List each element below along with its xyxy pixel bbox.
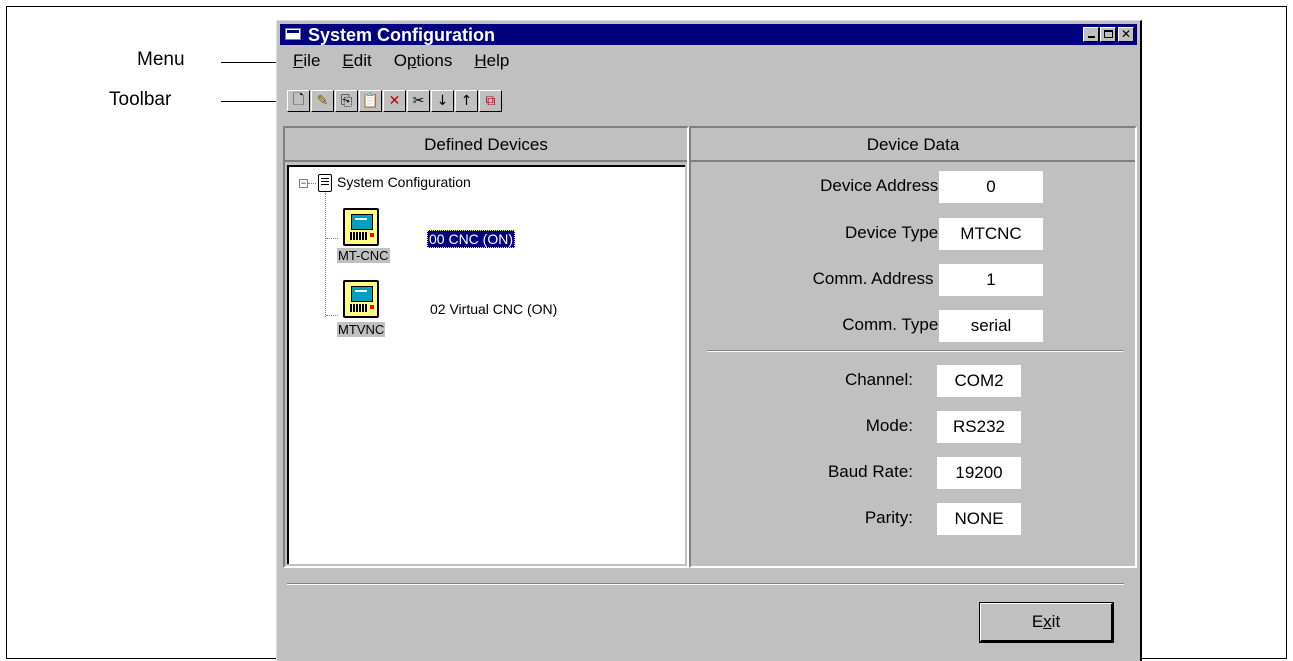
toolbar-callout-label: Toolbar — [109, 89, 172, 110]
comm-type-label: Comm. Type: — [842, 315, 943, 334]
tree-connector — [325, 193, 327, 317]
section-divider — [707, 350, 1123, 352]
new-button[interactable]: 🗋 — [287, 90, 310, 112]
baud-rate-label: Baud Rate: — [827, 462, 913, 481]
window-title: System Configuration — [308, 25, 496, 45]
menu-callout-line — [221, 62, 283, 63]
tree-connector — [308, 183, 316, 185]
network-button[interactable]: ⧉ — [479, 90, 502, 112]
menu-bar: File Edit Options Help — [293, 51, 531, 73]
copy-button[interactable]: ⎘ — [335, 90, 358, 112]
comm-address-value: 1 — [939, 264, 1043, 296]
edit-button[interactable]: ✎ — [311, 90, 334, 112]
device-address-label: Device Address: — [820, 176, 943, 195]
move-up-button[interactable]: ↑ — [455, 90, 478, 112]
close-button[interactable]: ✕ — [1118, 27, 1134, 42]
baud-rate-value: 19200 — [937, 457, 1021, 489]
minimize-button[interactable] — [1083, 27, 1099, 42]
device-type-value: MTCNC — [939, 218, 1043, 250]
system-configuration-window: System Configuration ✕ File Edit Options He… — [276, 20, 1142, 661]
tree-connector — [326, 238, 338, 240]
channel-label: Channel: — [844, 370, 913, 389]
device-data-panel: Device Data Device Address: 0 Device Typ… — [689, 126, 1137, 568]
device-node-virtual-cnc[interactable]: 02 Virtual CNC (ON) — [430, 301, 557, 317]
menu-help[interactable]: Help — [474, 51, 509, 73]
move-down-icon: ↓ — [436, 93, 449, 109]
device-address-value: 0 — [939, 171, 1043, 203]
device-node-cnc[interactable]: 00 CNC (ON) — [427, 230, 516, 248]
window-icon[interactable] — [285, 28, 301, 40]
defined-devices-panel: Defined Devices − System Configuration M… — [283, 126, 689, 568]
title-bar[interactable]: System Configuration ✕ — [280, 24, 1137, 45]
cut-button[interactable]: ✂ — [407, 90, 430, 112]
defined-devices-header: Defined Devices — [285, 128, 687, 162]
paste-button[interactable]: 📋 — [359, 90, 382, 112]
tree-root-label[interactable]: System Configuration — [337, 174, 471, 190]
cut-icon: ✂ — [412, 93, 425, 109]
mode-label: Mode: — [865, 416, 913, 435]
delete-button[interactable]: ✕ — [383, 90, 406, 112]
copy-icon: ⎘ — [340, 93, 353, 109]
delete-icon: ✕ — [388, 93, 401, 109]
device-icon-label: MT-CNC — [337, 248, 390, 263]
channel-value: COM2 — [937, 365, 1021, 397]
toolbar-callout-line — [221, 101, 283, 102]
menu-callout-label: Menu — [137, 49, 185, 70]
move-down-button[interactable]: ↓ — [431, 90, 454, 112]
maximize-button[interactable] — [1100, 27, 1116, 42]
move-up-icon: ↑ — [460, 93, 473, 109]
network-icon: ⧉ — [485, 93, 496, 109]
parity-value: NONE — [937, 503, 1021, 535]
menu-file[interactable]: File — [293, 51, 320, 73]
footer-divider — [287, 583, 1124, 585]
mt-cnc-device-icon[interactable] — [343, 208, 379, 246]
device-icon-label: MTVNC — [337, 322, 386, 337]
new-icon: 🗋 — [292, 92, 305, 108]
collapse-icon[interactable]: − — [299, 179, 308, 188]
edit-icon: ✎ — [316, 93, 329, 109]
tree-connector — [326, 315, 338, 317]
parity-label: Parity: — [864, 508, 913, 527]
mode-value: RS232 — [937, 411, 1021, 443]
system-configuration-icon — [318, 174, 332, 192]
exit-button[interactable]: Exit — [979, 602, 1114, 643]
comm-type-value: serial — [939, 310, 1043, 342]
menu-options[interactable]: Options — [394, 51, 453, 73]
device-type-label: Device Type: — [845, 223, 943, 242]
comm-address-label: Comm. Address : — [812, 269, 943, 288]
paste-icon: 📋 — [361, 93, 380, 109]
menu-edit[interactable]: Edit — [342, 51, 371, 73]
mtvnc-device-icon[interactable] — [343, 280, 379, 318]
device-tree[interactable]: − System Configuration MT-CNC 00 CNC (ON… — [287, 165, 685, 564]
device-data-header: Device Data — [691, 128, 1135, 162]
toolbar: 🗋 ✎ ⎘ 📋 ✕ ✂ ↓ ↑ ⧉ — [287, 90, 503, 112]
